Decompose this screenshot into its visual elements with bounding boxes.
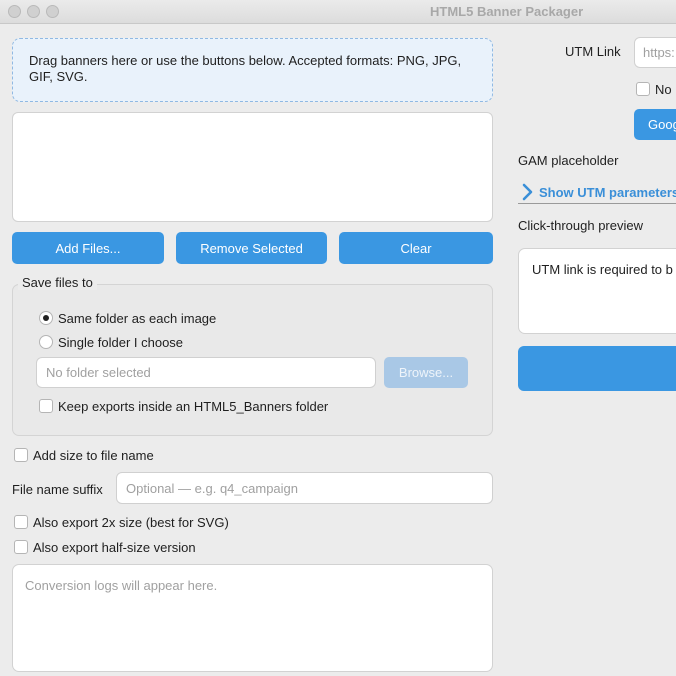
export-half-checkbox[interactable] (14, 540, 28, 554)
export-2x-label: Also export 2x size (best for SVG) (33, 515, 229, 530)
conversion-log[interactable]: Conversion logs will appear here. (12, 564, 493, 672)
export-half-label: Also export half-size version (33, 540, 196, 555)
gam-placeholder-label: GAM placeholder (518, 153, 619, 168)
no-utm-checkbox[interactable] (636, 82, 650, 96)
save-files-group-label: Save files to (18, 275, 97, 290)
show-utm-toggle[interactable]: Show UTM parameters (539, 185, 676, 200)
same-folder-radio[interactable] (39, 311, 53, 325)
drop-zone[interactable]: Drag banners here or use the buttons bel… (12, 38, 493, 102)
suffix-input[interactable]: Optional — e.g. q4_campaign (116, 472, 493, 504)
minimize-window-button[interactable] (27, 5, 40, 18)
export-2x-checkbox[interactable] (14, 515, 28, 529)
utm-toggle-divider (518, 203, 676, 204)
single-folder-label: Single folder I choose (58, 335, 184, 350)
drop-zone-text: Drag banners here or use the buttons bel… (29, 53, 462, 84)
keep-exports-label: Keep exports inside an HTML5_Banners fol… (58, 399, 329, 414)
utm-link-input[interactable]: https: (634, 37, 676, 68)
add-files-button[interactable]: Add Files... (12, 232, 164, 264)
single-folder-radio[interactable] (39, 335, 53, 349)
close-window-button[interactable] (8, 5, 21, 18)
remove-selected-button[interactable]: Remove Selected (176, 232, 327, 264)
conversion-log-placeholder: Conversion logs will appear here. (25, 578, 218, 593)
zoom-window-button[interactable] (46, 5, 59, 18)
preview-text: UTM link is required to b (532, 262, 673, 277)
keep-exports-checkbox[interactable] (39, 399, 53, 413)
no-utm-label: No (655, 82, 672, 97)
click-through-preview: UTM link is required to b (518, 248, 676, 334)
chevron-right-icon[interactable] (520, 183, 536, 201)
title-bar: HTML5 Banner Packager (0, 0, 676, 24)
utm-link-label: UTM Link (565, 44, 621, 59)
window-title: HTML5 Banner Packager (430, 4, 584, 19)
main-content: Drag banners here or use the buttons bel… (0, 25, 676, 676)
preview-label: Click-through preview (518, 218, 643, 233)
package-button[interactable] (518, 346, 676, 391)
add-size-label: Add size to file name (33, 448, 154, 463)
file-list[interactable] (12, 112, 493, 222)
google-button[interactable]: Goog (634, 109, 676, 140)
browse-button[interactable]: Browse... (384, 357, 468, 388)
add-size-checkbox[interactable] (14, 448, 28, 462)
suffix-label: File name suffix (12, 482, 103, 497)
folder-path-input[interactable]: No folder selected (36, 357, 376, 388)
same-folder-label: Same folder as each image (58, 311, 217, 326)
clear-button[interactable]: Clear (339, 232, 493, 264)
